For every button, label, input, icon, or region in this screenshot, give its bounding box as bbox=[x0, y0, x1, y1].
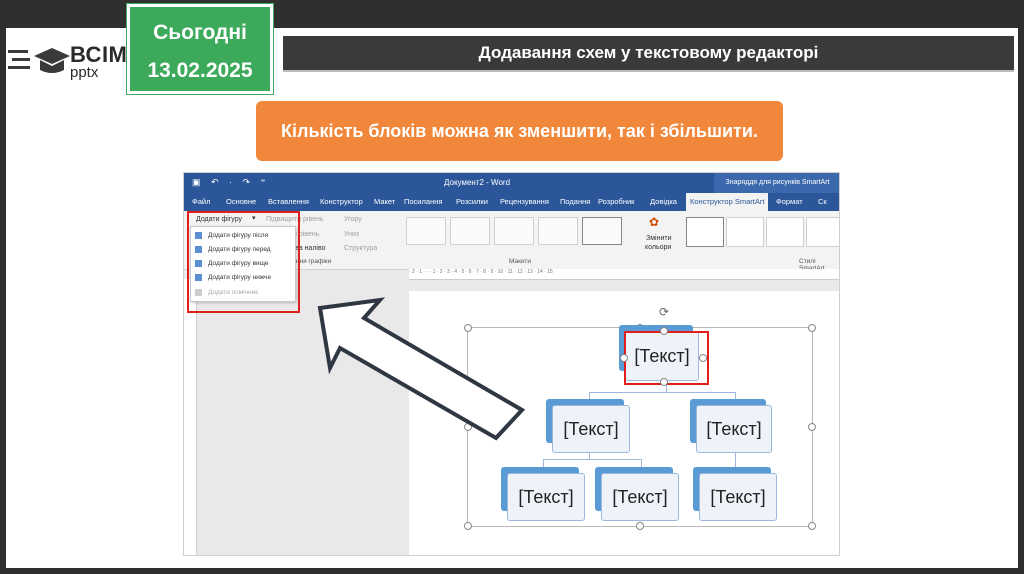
layout-thumb-4[interactable] bbox=[538, 217, 578, 245]
move-down-button[interactable]: Униз bbox=[344, 231, 359, 238]
resize-handle[interactable] bbox=[636, 522, 644, 530]
date-box: Сьогодні 13.02.2025 bbox=[127, 4, 273, 94]
move-up-button[interactable]: Угору bbox=[344, 216, 362, 223]
resize-handle[interactable] bbox=[808, 522, 816, 530]
change-colors-line2[interactable]: кольори bbox=[645, 244, 671, 251]
layout-thumb-3[interactable] bbox=[494, 217, 534, 245]
node-handle[interactable] bbox=[660, 327, 668, 335]
resize-handle[interactable] bbox=[808, 324, 816, 332]
vertical-ruler[interactable] bbox=[184, 279, 197, 555]
connector-line bbox=[543, 459, 642, 460]
tab-file[interactable]: Файл bbox=[192, 193, 210, 211]
node-handle[interactable] bbox=[620, 354, 628, 362]
tab-smartart-design[interactable]: Конструктор SmartArt bbox=[686, 193, 769, 211]
left-frame-bar bbox=[0, 0, 6, 574]
node-handle[interactable] bbox=[699, 354, 707, 362]
tab-design[interactable]: Конструктор bbox=[320, 193, 363, 211]
tab-mailings[interactable]: Розсилки bbox=[456, 193, 488, 211]
callout-box: Кількість блоків можна як зменшити, так … bbox=[256, 101, 783, 161]
style-thumb-4[interactable] bbox=[806, 217, 839, 247]
date-label: Сьогодні bbox=[153, 21, 247, 44]
title-underline bbox=[283, 70, 1014, 72]
slide-title: Додавання схем у текстовому редакторі bbox=[283, 36, 1014, 70]
connector-line bbox=[589, 392, 736, 393]
right-frame-bar bbox=[1018, 0, 1024, 574]
dropdown-highlight-box bbox=[187, 211, 300, 313]
node-highlight-box bbox=[624, 331, 709, 385]
resize-handle[interactable] bbox=[464, 423, 472, 431]
resize-handle[interactable] bbox=[464, 324, 472, 332]
document-title: Документ2 - Word bbox=[444, 178, 511, 187]
word-title-bar: ▣ ↶ · ↷ ⁼ Документ2 - Word Знаряддя для … bbox=[184, 173, 839, 193]
tab-view[interactable]: Подання bbox=[560, 193, 590, 211]
style-thumb-3[interactable] bbox=[766, 217, 804, 247]
connector-line bbox=[543, 459, 544, 467]
change-colors-line1[interactable]: Змінити bbox=[646, 235, 672, 242]
tab-format[interactable]: Формат bbox=[776, 193, 803, 211]
rotate-handle-icon[interactable]: ⟳ bbox=[659, 305, 669, 319]
tab-developer[interactable]: Розробник bbox=[598, 193, 634, 211]
date-value: 13.02.2025 bbox=[147, 59, 253, 82]
group-label-layouts: Макети bbox=[509, 258, 532, 265]
style-thumb-2[interactable] bbox=[726, 217, 764, 247]
tab-review[interactable]: Рецензування bbox=[500, 193, 549, 211]
layout-thumb-5-selected[interactable] bbox=[582, 217, 622, 245]
tab-search-truncated[interactable]: Ск bbox=[818, 193, 827, 211]
tab-insert[interactable]: Вставлення bbox=[268, 193, 309, 211]
bottom-frame-bar bbox=[0, 568, 1024, 574]
document-page[interactable]: ⟳ [Текст] [Текст] [Текст] [Текст] [Текст… bbox=[409, 291, 839, 555]
logo-sub-text: pptx bbox=[70, 64, 99, 81]
resize-handle[interactable] bbox=[464, 522, 472, 530]
horizontal-ruler[interactable]: · 2 · 1 · · · 1 · 2 · 3 · 4 · 5 · 6 · 7 … bbox=[409, 269, 839, 280]
layout-thumb-2[interactable] bbox=[450, 217, 490, 245]
tab-help[interactable]: Довідка bbox=[650, 193, 677, 211]
quick-access-icons[interactable]: ▣ ↶ · ↷ ⁼ bbox=[192, 177, 269, 188]
tab-references[interactable]: Посилання bbox=[404, 193, 442, 211]
context-tab-title: Знаряддя для рисунків SmartArt bbox=[714, 173, 839, 193]
resize-handle[interactable] bbox=[808, 423, 816, 431]
word-screenshot: ▣ ↶ · ↷ ⁼ Документ2 - Word Знаряддя для … bbox=[183, 172, 840, 556]
style-thumb-1[interactable] bbox=[686, 217, 724, 247]
tab-layout[interactable]: Макет bbox=[374, 193, 395, 211]
layout-button[interactable]: Структура bbox=[344, 245, 377, 252]
layout-thumb-1[interactable] bbox=[406, 217, 446, 245]
tab-home[interactable]: Основне bbox=[226, 193, 256, 211]
connector-line bbox=[641, 459, 642, 467]
color-palette-icon: ✿ bbox=[649, 215, 660, 229]
node-handle[interactable] bbox=[660, 378, 668, 386]
ribbon-tabs: Файл Основне Вставлення Конструктор Маке… bbox=[184, 193, 839, 211]
